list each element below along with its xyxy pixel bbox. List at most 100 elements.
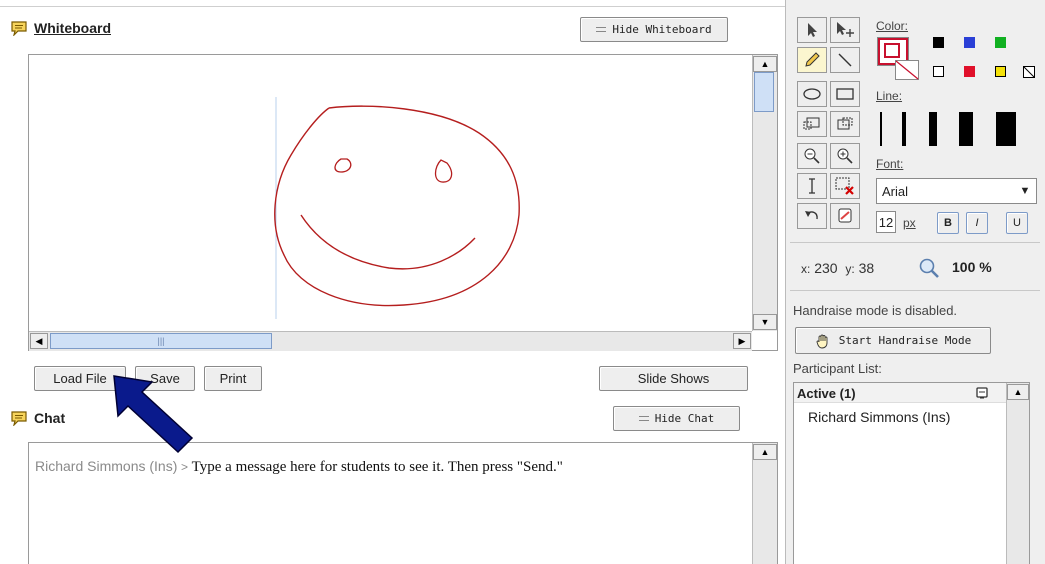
pointer-move-icon [837,22,854,37]
color-swatch-red[interactable] [964,66,975,77]
undo-icon [805,211,818,220]
drawn-left-eye [334,158,352,173]
bold-button[interactable]: B [937,212,959,234]
text-tool[interactable] [797,173,827,199]
whiteboard-canvas[interactable] [29,55,752,331]
top-divider [0,6,785,7]
eraser-tool[interactable] [830,203,860,229]
start-handraise-button[interactable]: Start Handraise Mode [795,327,991,354]
collapse-icon[interactable] [976,387,988,399]
rectangle-icon [836,88,854,100]
ellipse-icon [803,88,821,100]
line-label: Line: [876,89,903,103]
hide-whiteboard-button[interactable]: Hide Whiteboard [580,17,728,42]
color-swatch-yellow[interactable] [995,66,1006,77]
speech-bubble-icon [11,21,27,36]
move-arrow-tool[interactable] [830,17,860,43]
participant-scroll-up-button[interactable]: ▲ [1007,384,1029,400]
image-frame-icon [803,117,820,130]
dash-icon [596,27,607,32]
line-width-3[interactable] [929,112,937,146]
delete-selection-icon [835,177,854,195]
line-tool[interactable] [830,47,860,73]
zoom-out-icon [804,148,820,164]
chat-message: Richard Simmons (Ins) > Type a message h… [35,458,735,476]
zoom-out-tool[interactable] [797,143,827,169]
drawn-right-eye [434,159,453,183]
copy-frame-icon [837,117,853,130]
font-select-value: Arial [882,184,909,199]
undo-tool[interactable] [797,203,827,229]
line-width-1[interactable] [880,112,882,146]
font-label: Font: [876,157,904,171]
color-swatch-green[interactable] [995,37,1006,48]
whiteboard-header: Whiteboard [10,20,111,36]
slide-shows-button[interactable]: Slide Shows [599,366,748,391]
annotation-arrow-icon [113,375,194,454]
pencil-icon [805,52,820,67]
pencil-tool[interactable] [797,47,827,73]
dash-icon [638,416,649,421]
magnifier-icon[interactable] [918,257,940,279]
whiteboard-title: Whiteboard [34,20,111,36]
underline-button[interactable]: U [1006,212,1028,234]
font-select[interactable]: Arial ▼ [876,178,1037,204]
italic-button[interactable]: I [966,212,988,234]
font-size-unit: px [903,216,916,230]
line-width-4[interactable] [959,112,973,146]
chat-scroll-up-button[interactable]: ▲ [753,444,777,460]
line-width-5[interactable] [996,112,1016,146]
copy-region-tool[interactable] [830,111,860,137]
line-icon [838,53,852,67]
scroll-left-button[interactable]: ◀ [30,333,48,349]
palette-divider [790,242,1040,243]
active-header: Active (1) [797,386,856,401]
ellipse-tool[interactable] [797,81,827,107]
chevron-down-icon: ▼ [1014,179,1036,203]
chat-scrollbar[interactable] [752,443,777,564]
x-value: 230 [814,260,838,276]
scroll-right-button[interactable]: ▶ [733,333,751,349]
print-button[interactable]: Print [204,366,262,391]
participant-item[interactable]: Richard Simmons (Ins) [808,409,950,425]
horizontal-scroll-thumb[interactable]: ||| [50,333,272,349]
insert-image-tool[interactable] [797,111,827,137]
drawn-face-outline [274,105,520,307]
vertical-scroll-thumb[interactable] [754,72,774,112]
y-value: 38 [858,260,875,276]
participant-list-label: Participant List: [793,361,882,376]
line-width-2[interactable] [902,112,906,146]
chat-header: Chat [10,410,65,426]
scroll-down-button[interactable]: ▼ [753,314,777,330]
participant-scrollbar[interactable] [1006,383,1029,564]
chat-sender: Richard Simmons (Ins) [35,458,178,474]
coordinate-readout: x: 230 y: 38 [801,260,874,276]
color-swatch-blue[interactable] [964,37,975,48]
x-label: x: [801,262,811,276]
zoom-in-tool[interactable] [830,143,860,169]
font-size-input[interactable]: 12 [876,211,896,233]
hide-chat-button[interactable]: Hide Chat [613,406,740,431]
fill-color-box[interactable] [895,60,919,80]
zoom-in-icon [837,148,853,164]
select-arrow-tool[interactable] [797,17,827,43]
status-divider [790,290,1040,291]
chat-title: Chat [34,410,66,426]
drawn-smile [300,214,476,270]
rectangle-tool[interactable] [830,81,860,107]
chat-separator: > [181,460,189,474]
color-label: Color: [876,19,909,33]
clear-selection-tool[interactable] [830,173,860,199]
speech-bubble-icon [11,411,27,426]
eraser-icon [838,208,852,223]
color-swatch-white[interactable] [933,66,944,77]
text-cursor-icon [809,178,815,194]
y-label: y: [845,262,855,276]
scroll-up-button[interactable]: ▲ [753,56,777,72]
zoom-level: 100 % [952,259,992,275]
pointer-icon [808,23,817,37]
no-color-swatch[interactable] [1023,66,1035,78]
chat-text: Type a message here for students to see … [191,459,563,475]
color-swatch-black[interactable] [933,37,944,48]
participant-group-header[interactable]: Active (1) [794,383,1006,403]
